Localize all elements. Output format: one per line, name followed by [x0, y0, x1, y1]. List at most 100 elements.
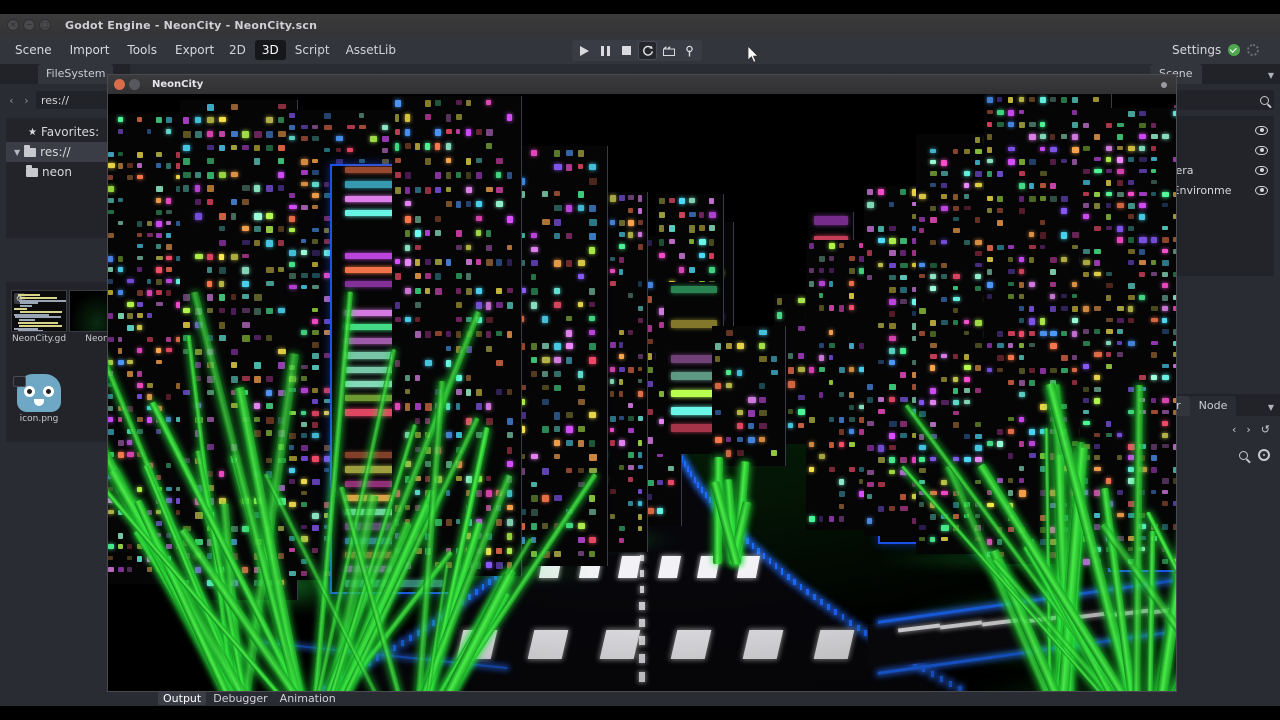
road-edge-right: [856, 624, 860, 631]
building-window: [748, 436, 755, 443]
building-window: [1105, 329, 1113, 335]
tab-filesystem[interactable]: FileSystem: [38, 64, 114, 84]
building-window: [117, 359, 124, 366]
building-window: [486, 100, 492, 106]
tab-2d[interactable]: 2D: [222, 40, 253, 60]
building-window: [818, 255, 825, 263]
building-window: [808, 268, 815, 274]
game-close-button[interactable]: [114, 79, 125, 90]
building-window: [818, 367, 825, 373]
building-window: [618, 256, 624, 263]
menu-item-scene[interactable]: Scene: [6, 39, 61, 61]
building-window: [166, 117, 172, 123]
building-window: [496, 302, 504, 308]
building-window: [986, 171, 992, 178]
building-window: [1039, 195, 1046, 201]
building-window: [156, 521, 163, 526]
visibility-eye-icon[interactable]: [1255, 185, 1268, 195]
building-window: [435, 273, 441, 281]
remote-deploy-button[interactable]: [680, 41, 699, 60]
visibility-eye-icon[interactable]: [1255, 145, 1268, 155]
building-window: [486, 258, 493, 267]
file-tile-neoncity-gd[interactable]: ⚙ NeonCity.gd: [10, 286, 95, 345]
tab-animation[interactable]: Animation: [275, 692, 341, 705]
building-window: [266, 389, 273, 396]
tab-debugger[interactable]: Debugger: [208, 692, 272, 705]
building-window: [137, 244, 143, 249]
chevron-down-icon[interactable]: ▼: [1268, 71, 1274, 80]
menu-item-tools[interactable]: Tools: [118, 39, 166, 61]
tab-node[interactable]: Node: [1189, 396, 1237, 416]
building-window: [404, 258, 411, 266]
building-window: [1094, 168, 1102, 173]
play-custom-scene-button[interactable]: [659, 41, 678, 60]
building-window: [445, 186, 452, 193]
building-window: [628, 219, 634, 226]
building-window: [1071, 109, 1077, 116]
building-window: [435, 100, 441, 107]
game-viewport[interactable]: [108, 94, 1176, 691]
building-window: [230, 376, 238, 383]
window-maximize-button[interactable]: □: [39, 19, 51, 31]
tab-script[interactable]: Script: [288, 40, 337, 60]
building-window: [542, 467, 549, 475]
inspector-forward-icon[interactable]: ›: [1246, 423, 1250, 436]
building-window: [986, 281, 994, 288]
fs-forward-icon[interactable]: ›: [21, 94, 32, 107]
building-window: [425, 143, 431, 150]
building-window: [323, 227, 330, 234]
building-window: [1071, 121, 1078, 129]
visibility-eye-icon[interactable]: [1255, 165, 1268, 175]
reload-scene-button[interactable]: [638, 41, 657, 60]
menu-item-import[interactable]: Import: [61, 39, 119, 61]
play-scene-button[interactable]: [575, 41, 594, 60]
building-window: [554, 453, 560, 460]
search-icon[interactable]: [1239, 450, 1248, 460]
window-minimize-button[interactable]: −: [23, 19, 35, 31]
building-window: [404, 374, 411, 382]
tab-output[interactable]: Output: [158, 691, 207, 705]
building-window: [637, 452, 642, 458]
road-edge-right: [930, 670, 935, 677]
road-edge-right: [762, 553, 766, 560]
pause-scene-button[interactable]: [596, 41, 615, 60]
search-icon[interactable]: [1260, 95, 1269, 105]
building-window: [866, 250, 873, 256]
building-window: [394, 273, 402, 280]
building-window: [347, 124, 355, 129]
building-window: [918, 411, 926, 417]
settings-label[interactable]: Settings: [1172, 43, 1221, 57]
building-window: [1105, 180, 1112, 186]
building-window: [828, 280, 834, 287]
road-edge-right: [948, 680, 953, 687]
chevron-down-icon[interactable]: ▼: [1268, 403, 1274, 412]
stop-scene-button[interactable]: [617, 41, 636, 60]
building-window: [278, 185, 285, 192]
tab-assetlib[interactable]: AssetLib: [339, 40, 403, 60]
building-window: [1128, 260, 1134, 266]
building-window: [300, 456, 309, 462]
building-window: [486, 403, 492, 411]
building-window-band: [671, 424, 717, 432]
window-close-button[interactable]: ×: [7, 19, 19, 31]
building-window: [889, 469, 896, 475]
building-window: [848, 441, 855, 447]
building-window: [889, 311, 895, 318]
history-icon[interactable]: ↺: [1261, 423, 1270, 436]
building-window: [866, 384, 873, 390]
building-window: [117, 198, 123, 203]
visibility-eye-icon[interactable]: [1255, 125, 1268, 135]
file-tile-icon-png[interactable]: icon.png: [10, 370, 68, 425]
building-window: [667, 465, 675, 472]
building-window: [637, 391, 643, 398]
chevron-down-icon[interactable]: ▼: [14, 148, 20, 157]
gear-icon[interactable]: [1258, 449, 1270, 461]
building-window: [506, 331, 512, 338]
menu-item-export[interactable]: Export: [166, 39, 223, 61]
tab-3d[interactable]: 3D: [254, 40, 286, 60]
inspector-back-icon[interactable]: ‹: [1232, 423, 1236, 436]
game-minimize-button[interactable]: [129, 79, 140, 90]
building-window: [975, 239, 982, 246]
code-line: [15, 316, 61, 319]
fs-back-icon[interactable]: ‹: [6, 94, 17, 107]
